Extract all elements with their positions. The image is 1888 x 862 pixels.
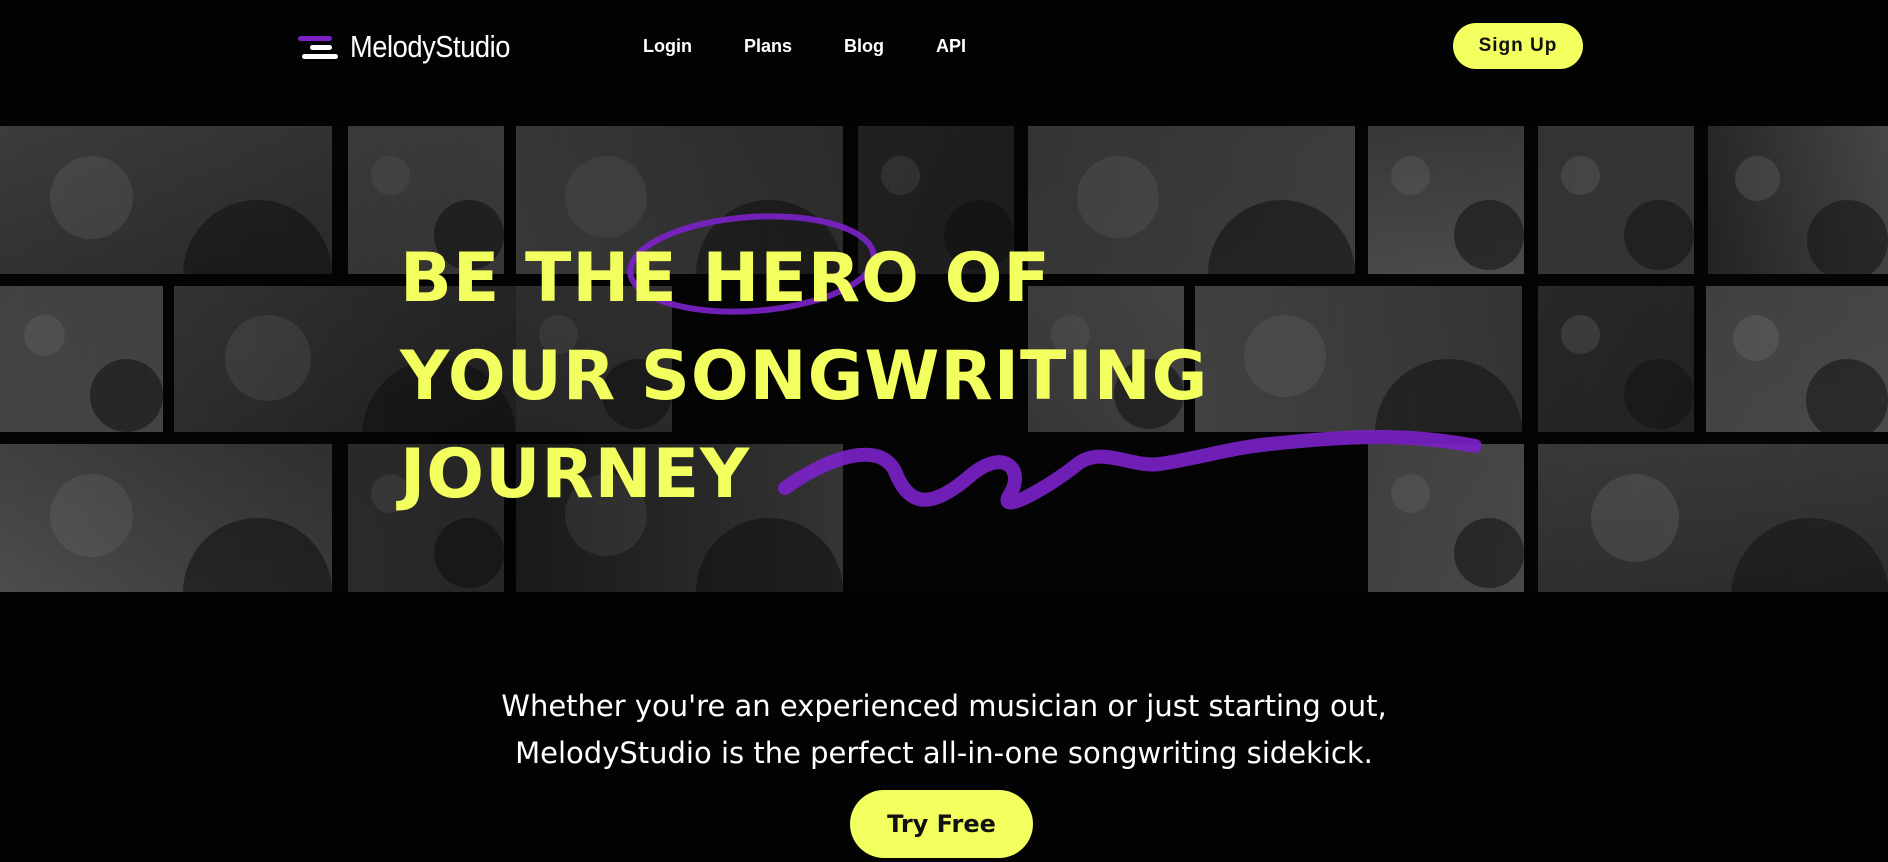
headline-line-2: YOUR SONGWRITING [400, 337, 1209, 416]
top-navigation: MelodyStudio Login Plans Blog API Sign U… [0, 0, 1888, 94]
sign-up-button[interactable]: Sign Up [1453, 23, 1583, 69]
menu-lines-icon [298, 32, 340, 62]
brand-name: MelodyStudio [350, 29, 511, 64]
hero-collage: BE THE HERO OF YOUR SONGWRITING JOURNEY [0, 126, 1888, 592]
hero-subtitle: Whether you're an experienced musician o… [0, 683, 1888, 777]
hero-headline: BE THE HERO OF YOUR SONGWRITING JOURNEY [400, 230, 1208, 524]
nav-link-blog[interactable]: Blog [844, 36, 884, 57]
subtitle-line-2: MelodyStudio is the perfect all-in-one s… [515, 736, 1373, 770]
landing-page: MelodyStudio Login Plans Blog API Sign U… [0, 0, 1888, 862]
brand-logo[interactable]: MelodyStudio [298, 26, 532, 68]
nav-link-plans[interactable]: Plans [744, 36, 792, 57]
nav-link-login[interactable]: Login [643, 36, 692, 57]
headline-highlight-word: HERO [702, 239, 920, 318]
headline-text: BE THE [400, 239, 703, 318]
headline-line-3: JOURNEY [400, 435, 751, 514]
nav-links: Login Plans Blog API [643, 36, 1018, 57]
nav-link-api[interactable]: API [936, 36, 966, 57]
try-free-button[interactable]: Try Free [850, 790, 1033, 858]
headline-text: OF [919, 239, 1051, 318]
headline-line-1: BE THE HERO OF [400, 230, 1208, 328]
subtitle-line-1: Whether you're an experienced musician o… [501, 689, 1387, 723]
